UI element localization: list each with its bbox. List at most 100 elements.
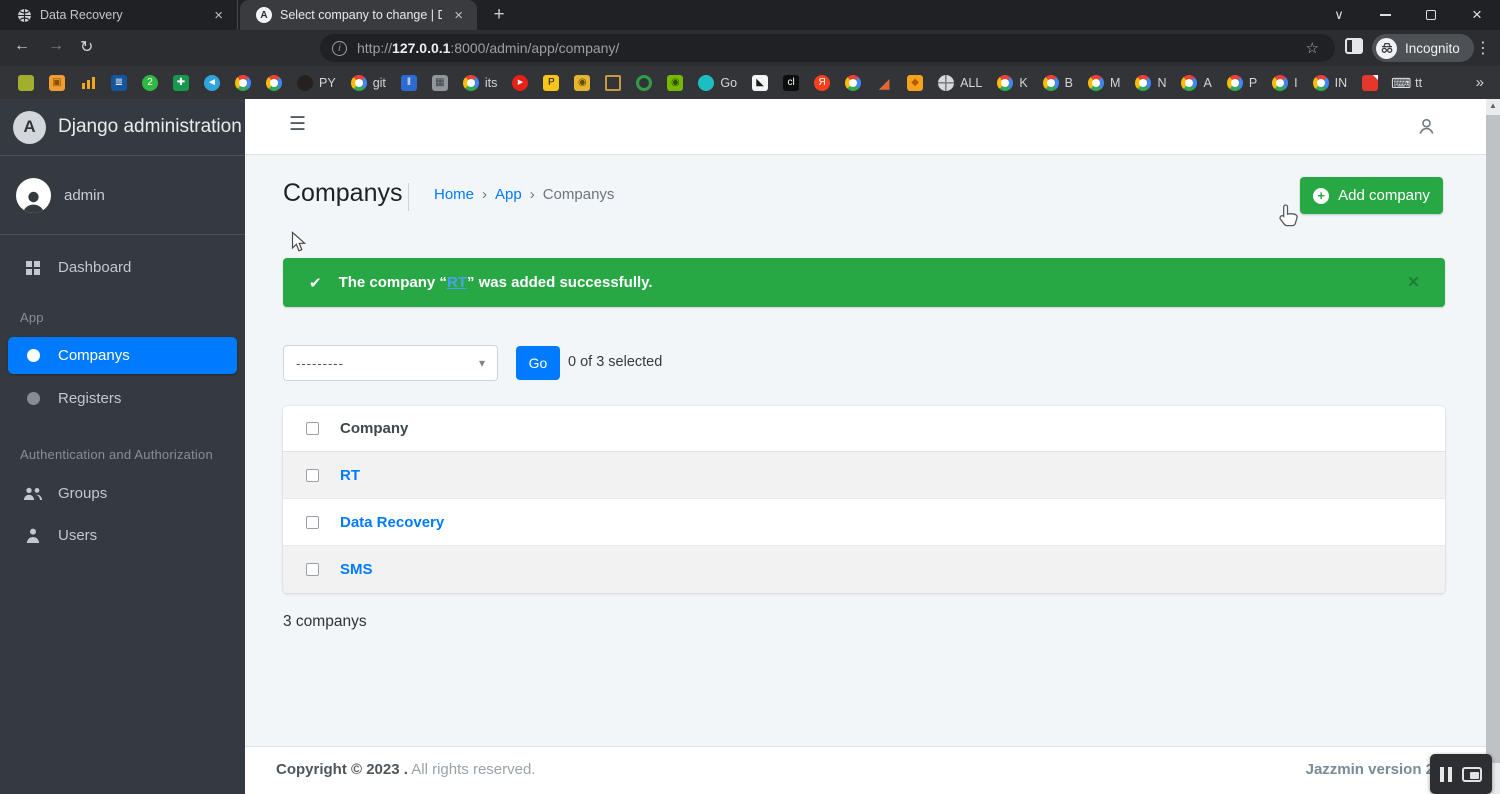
matlab-bookmark[interactable]: ◢ (876, 75, 892, 91)
django-logo-icon: A (13, 110, 46, 144)
cl-bookmark[interactable]: cl (783, 74, 800, 91)
company-row-link[interactable]: Data Recovery (340, 514, 444, 531)
camera-bookmark[interactable]: ◉ (574, 74, 591, 91)
tab-close-icon[interactable]: × (210, 7, 227, 24)
scrollbar-thumb[interactable] (1486, 115, 1500, 763)
sidebar-item-dashboard[interactable]: Dashboard (8, 249, 237, 286)
alert-text: The company “RT” was added successfully. (338, 274, 653, 291)
sidebar-item-registers[interactable]: Registers (8, 380, 237, 417)
select-all-checkbox[interactable] (306, 422, 319, 435)
barcode-bookmark-icon: ‖ (400, 74, 417, 91)
breadcrumb-home-link[interactable]: Home (434, 186, 474, 203)
row-checkbox[interactable] (306, 515, 319, 529)
orange-box-bookmark[interactable]: ▣ (49, 74, 65, 91)
section-app-header: App (20, 310, 44, 325)
youtube-bookmark[interactable]: ▶ (512, 74, 529, 91)
google-bookmark[interactable]: N (1135, 74, 1166, 91)
google-bookmark[interactable]: git (350, 74, 386, 91)
p-yellow-bookmark[interactable]: P (543, 74, 560, 91)
sidebar-item-groups[interactable]: Groups (8, 475, 237, 512)
breadcrumb-app-link[interactable]: App (495, 186, 522, 203)
pdf-bookmark[interactable] (1362, 74, 1379, 91)
sidebar-item-companys[interactable]: Companys (8, 337, 237, 374)
table-body: RT Data Recovery SMS (283, 452, 1445, 593)
back-button[interactable]: ← (14, 37, 30, 55)
row-checkbox[interactable] (306, 563, 319, 576)
close-window-button[interactable]: × (1454, 0, 1500, 30)
browser-menu-icon[interactable]: ⋮ (1475, 38, 1491, 58)
add-company-button[interactable]: + Add company (1300, 177, 1443, 214)
green-ring-bookmark[interactable] (636, 74, 653, 91)
ieee-bookmark[interactable]: ≣ (111, 74, 127, 91)
picture-in-picture-icon[interactable] (1462, 766, 1482, 782)
row-checkbox[interactable] (306, 468, 319, 482)
google-bookmark[interactable]: its (462, 74, 497, 91)
google-bookmark[interactable]: K (997, 74, 1028, 91)
reload-button[interactable]: ↻ (80, 37, 93, 57)
yandex-bookmark[interactable]: Я (814, 74, 831, 91)
new-tab-button[interactable]: + (487, 3, 511, 27)
telegram-bookmark[interactable]: ◄ (204, 74, 220, 91)
godaddy-bookmark[interactable]: Go (698, 74, 737, 91)
github-bookmark[interactable]: PY (297, 74, 336, 91)
company-row-link[interactable]: SMS (340, 561, 373, 578)
tab-search-icon[interactable]: ∨ (1316, 0, 1362, 30)
version-text: Jazzmin version 2 (1305, 761, 1434, 778)
go-button[interactable]: Go (516, 346, 560, 380)
google-bookmark[interactable]: A (1181, 74, 1212, 91)
user-panel[interactable]: admin (0, 156, 245, 235)
bird-doc-bookmark[interactable]: ◣ (752, 74, 769, 91)
analytics-bars-bookmark[interactable] (80, 75, 96, 91)
camera-bookmark-icon: ◉ (574, 74, 591, 91)
google-bookmark[interactable]: B (1042, 74, 1073, 91)
tab-data-recovery[interactable]: Data Recovery × (0, 0, 238, 30)
bookmarks-overflow-icon[interactable]: » (1460, 74, 1500, 91)
bank-bookmark[interactable]: ▦ (431, 74, 448, 91)
alert-close-icon[interactable]: × (1408, 272, 1419, 294)
keyboard-bookmark[interactable]: ⌨ tt (1391, 75, 1422, 91)
nvidia-bookmark[interactable]: ◉ (667, 74, 684, 91)
site-info-icon[interactable]: i (332, 40, 347, 56)
scrollbar[interactable]: ▲ (1486, 99, 1500, 794)
ieee-bookmark-icon: ≣ (111, 74, 127, 91)
google-bookmark-icon (1088, 74, 1105, 91)
globe-all-bookmark[interactable]: ALL (938, 74, 982, 91)
side-panel-icon[interactable] (1345, 38, 1363, 54)
amber-bookmark[interactable]: ◆ (907, 74, 924, 91)
company-table: Company RT Data Recovery SMS (283, 406, 1445, 593)
action-select[interactable]: --------- ▾ (283, 345, 498, 381)
google-bookmark[interactable]: M (1088, 74, 1120, 91)
google-bookmark[interactable] (266, 74, 282, 91)
google-bookmark[interactable]: IN (1312, 74, 1348, 91)
brand[interactable]: A Django administration (0, 99, 245, 156)
google-bookmark[interactable]: I (1272, 74, 1298, 91)
forward-button[interactable]: → (48, 37, 64, 55)
bank-bookmark-icon: ▦ (431, 74, 448, 91)
sidebar-item-users[interactable]: Users (8, 517, 237, 554)
bookmark-label: IN (1334, 75, 1348, 90)
cart-bookmark[interactable] (605, 74, 622, 91)
google-bookmark[interactable] (235, 74, 251, 91)
maximize-button[interactable] (1408, 0, 1454, 30)
tab-close-icon[interactable]: × (450, 7, 467, 24)
google-bookmark[interactable] (845, 74, 862, 91)
green-cross-bookmark[interactable]: ✚ (173, 74, 189, 91)
leaf-bookmark[interactable] (18, 74, 34, 91)
pause-icon[interactable] (1440, 766, 1452, 782)
company-row-link[interactable]: RT (340, 467, 360, 484)
tab-title: Data Recovery (40, 8, 123, 22)
bookmark-star-icon[interactable]: ☆ (1306, 39, 1319, 57)
scroll-up-icon[interactable]: ▲ (1486, 101, 1500, 110)
page-title: Companys (283, 179, 403, 207)
sidebar-toggle-icon[interactable]: ☰ (289, 113, 306, 136)
tab-select-company[interactable]: A Select company to change | Djan × (240, 0, 477, 30)
column-header-company[interactable]: Company (340, 420, 408, 437)
tab-title: Select company to change | Djan (280, 8, 443, 22)
google-bookmark[interactable]: P (1226, 74, 1257, 91)
company-link[interactable]: RT (447, 274, 467, 291)
address-bar[interactable]: i http://127.0.0.1:8000/admin/app/compan… (320, 34, 1335, 62)
minimize-button[interactable] (1362, 0, 1408, 30)
barcode-bookmark[interactable]: ‖ (400, 74, 417, 91)
chat-badge-bookmark[interactable]: 2 (142, 74, 158, 91)
user-menu-icon[interactable] (1417, 117, 1436, 141)
